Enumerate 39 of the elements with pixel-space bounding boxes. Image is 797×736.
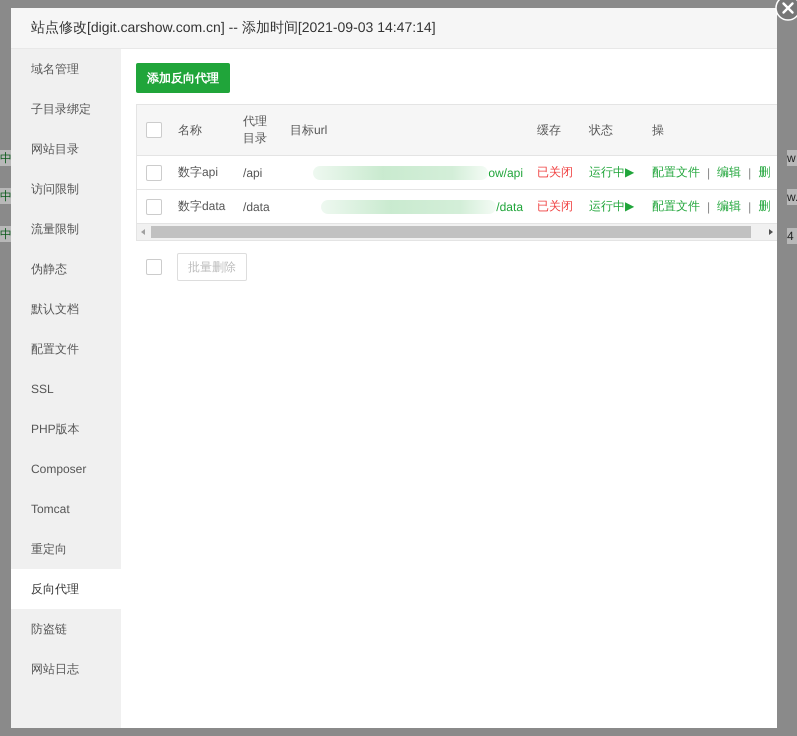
column-header: 目标url [290, 122, 328, 138]
column-header: 代理目录 [243, 113, 268, 147]
table-cell: /data [243, 200, 270, 214]
sidebar-item[interactable]: 域名管理 [11, 49, 121, 89]
sidebar-item[interactable]: 重定向 [11, 529, 121, 569]
dialog-title: 站点修改[digit.carshow.com.cn] -- 添加时间[2021-09-03 14:47:14] [31, 19, 436, 37]
background-text: 中 [0, 188, 12, 204]
sidebar-item[interactable]: 网站目录 [11, 129, 121, 169]
sidebar-item[interactable]: 网站日志 [11, 649, 121, 689]
sidebar-item[interactable]: Tomcat [11, 489, 121, 529]
sidebar-item[interactable]: 配置文件 [11, 329, 121, 369]
sidebar-item[interactable]: 防盗链 [11, 609, 121, 649]
background-text: 4 [787, 228, 797, 244]
sidebar-item[interactable]: PHP版本 [11, 409, 121, 449]
separator: | [748, 200, 752, 214]
sidebar-item[interactable]: 反向代理 [11, 569, 121, 609]
table-cell: 数字data [178, 198, 226, 215]
sidebar-item[interactable]: 子目录绑定 [11, 89, 121, 129]
background-text: w. [787, 189, 797, 205]
background-text: 中 [0, 226, 12, 242]
column-header: 操 [652, 122, 664, 138]
column-header: 名称 [178, 122, 202, 138]
sidebar-item[interactable]: 伪静态 [11, 249, 121, 289]
sidebar-item[interactable]: Composer [11, 449, 121, 489]
sidebar-item[interactable]: 默认文档 [11, 289, 121, 329]
background-text: 中 [0, 150, 12, 166]
column-header: 缓存 [537, 122, 561, 138]
sidebar-item[interactable]: 流量限制 [11, 209, 121, 249]
separator: | [707, 200, 710, 214]
background-text: w [787, 150, 797, 166]
separator: | [748, 166, 752, 180]
sidebar-item[interactable]: SSL [11, 369, 121, 409]
column-header: 状态 [589, 122, 613, 138]
table-cell: 数字api [178, 164, 218, 181]
sidebar-item[interactable]: 访问限制 [11, 169, 121, 209]
separator: | [707, 166, 710, 180]
cache-status[interactable]: 已关闭 [537, 198, 573, 215]
table-cell: /api [243, 166, 262, 180]
cache-status[interactable]: 已关闭 [537, 164, 573, 181]
